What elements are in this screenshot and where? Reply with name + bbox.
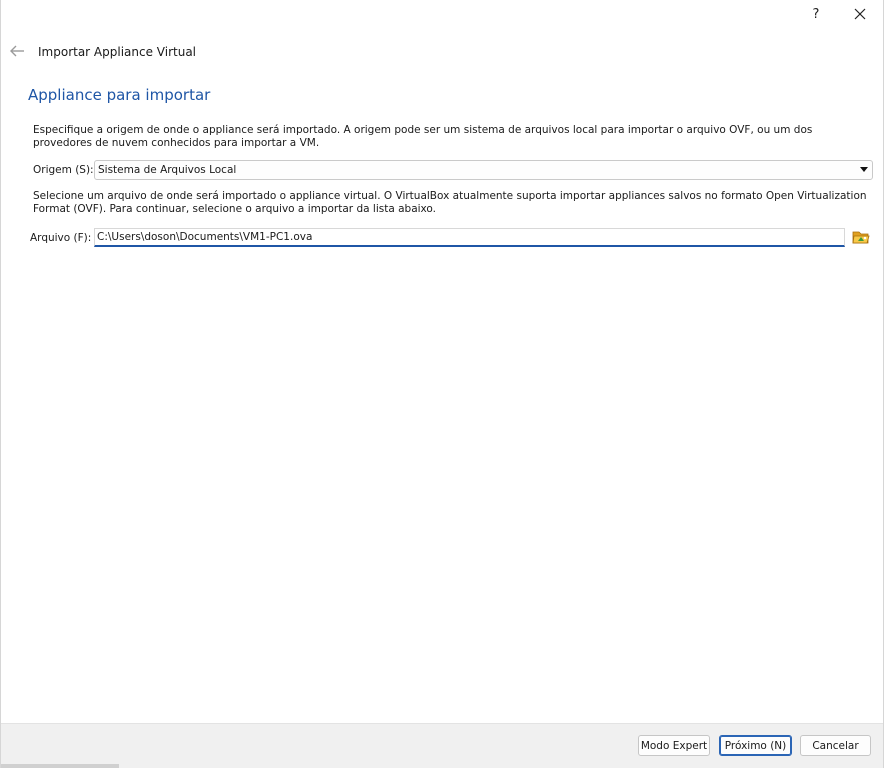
page-heading: Appliance para importar — [28, 86, 211, 104]
chevron-down-icon — [860, 167, 868, 172]
next-button[interactable]: Próximo (N) — [719, 735, 792, 756]
wizard-footer: Modo Expert Próximo (N) Cancelar — [1, 723, 883, 768]
import-appliance-window: ? Importar Appliance Virtual Appliance p… — [0, 0, 884, 768]
taskbar-edge — [1, 764, 119, 768]
wizard-title: Importar Appliance Virtual — [38, 45, 197, 59]
source-description: Especifique a origem de onde o appliance… — [33, 124, 813, 149]
cancel-button[interactable]: Cancelar — [800, 735, 871, 756]
close-icon — [854, 8, 866, 20]
file-path-input[interactable] — [94, 228, 845, 247]
help-button[interactable]: ? — [793, 0, 839, 28]
source-select[interactable]: Sistema de Arquivos Local — [94, 160, 873, 180]
help-icon: ? — [812, 6, 820, 22]
expert-mode-button[interactable]: Modo Expert — [638, 735, 710, 756]
file-description: Selecione um arquivo de onde será import… — [33, 190, 867, 215]
close-button[interactable] — [837, 0, 883, 28]
source-selected-value: Sistema de Arquivos Local — [98, 164, 237, 176]
back-arrow-icon[interactable] — [9, 43, 27, 59]
file-label: Arquivo (F): — [30, 232, 92, 244]
source-label: Origem (S): — [33, 164, 94, 176]
folder-open-icon[interactable] — [852, 228, 870, 246]
